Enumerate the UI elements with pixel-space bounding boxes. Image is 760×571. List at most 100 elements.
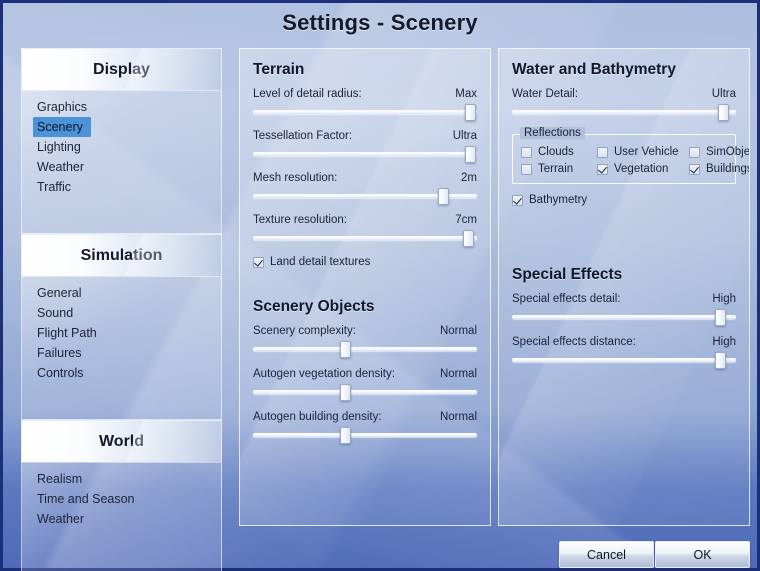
checkbox-land-detail-textures[interactable] xyxy=(253,256,264,268)
setting-special-effects-detail: Special effects detail: High xyxy=(512,293,736,326)
groupbox-title-reflections: Reflections xyxy=(520,127,585,139)
panel-water-effects: Water and Bathymetry Water Detail: Ultra… xyxy=(498,48,750,526)
slider-tessellation-factor[interactable] xyxy=(253,146,477,163)
sidebar-item-scenery[interactable]: Scenery xyxy=(33,117,91,137)
slider-thumb[interactable] xyxy=(465,146,477,163)
sidebar-item-weather-world[interactable]: Weather xyxy=(22,509,84,529)
value-autogen-building-density: Normal xyxy=(439,411,477,423)
checkbox-clouds[interactable] xyxy=(521,146,532,158)
checkbox-row-buildings[interactable]: Buildings xyxy=(689,163,749,175)
setting-tessellation-factor: Tessellation Factor: Ultra xyxy=(253,130,477,163)
checkbox-label-terrain: Terrain xyxy=(538,163,574,175)
slider-texture-resolution[interactable] xyxy=(253,230,477,247)
panel-terrain-scenery: Terrain Level of detail radius: Max Tess… xyxy=(239,48,491,526)
checkbox-row-clouds[interactable]: Clouds xyxy=(521,146,597,158)
settings-window: Settings - Scenery Display Graphics Scen… xyxy=(0,0,760,571)
slider-track xyxy=(253,152,477,156)
label-row-level-of-detail-radius: Level of detail radius: Max xyxy=(253,88,477,100)
slider-autogen-vegetation-density[interactable] xyxy=(253,384,477,401)
checkbox-bathymetry[interactable] xyxy=(512,194,523,206)
checkbox-label-bathymetry: Bathymetry xyxy=(529,194,588,206)
label-special-effects-distance: Special effects distance: xyxy=(512,336,636,348)
label-row-special-effects-detail: Special effects detail: High xyxy=(512,293,736,305)
cancel-button[interactable]: Cancel xyxy=(559,541,654,568)
slider-track xyxy=(253,347,477,351)
sidebar-item-controls[interactable]: Controls xyxy=(22,363,84,383)
sidebar-list-simulation-filler xyxy=(22,383,221,411)
section-title-terrain: Terrain xyxy=(253,61,305,78)
sidebar-group-world: World Realism Time and Season Weather xyxy=(21,420,222,571)
label-autogen-building-density: Autogen building density: xyxy=(253,411,382,423)
slider-thumb[interactable] xyxy=(463,230,475,247)
slider-track xyxy=(253,236,477,240)
label-tessellation-factor: Tessellation Factor: xyxy=(253,130,353,142)
label-mesh-resolution: Mesh resolution: xyxy=(253,172,338,184)
sidebar-item-time-and-season[interactable]: Time and Season xyxy=(22,489,135,509)
sidebar-item-realism[interactable]: Realism xyxy=(22,469,82,489)
checkbox-label-clouds: Clouds xyxy=(538,146,574,158)
label-water-detail: Water Detail: xyxy=(512,88,579,100)
slider-thumb[interactable] xyxy=(339,341,351,358)
sidebar-list-display: Graphics Scenery Lighting Weather Traffi… xyxy=(21,90,222,234)
checkbox-label-simobjects: SimObjects xyxy=(706,146,750,158)
setting-texture-resolution: Texture resolution: 7cm xyxy=(253,214,477,247)
label-row-special-effects-distance: Special effects distance: High xyxy=(512,336,736,348)
sidebar-list-simulation: General Sound Flight Path Failures Contr… xyxy=(21,276,222,420)
sidebar-item-graphics[interactable]: Graphics xyxy=(22,97,87,117)
slider-special-effects-distance[interactable] xyxy=(512,352,736,369)
label-row-tessellation-factor: Tessellation Factor: Ultra xyxy=(253,130,477,142)
setting-water-detail: Water Detail: Ultra xyxy=(512,88,736,121)
sidebar-group-header-simulation: Simulation xyxy=(21,234,222,276)
sidebar-item-general[interactable]: General xyxy=(22,283,81,303)
checkbox-row-vegetation[interactable]: Vegetation xyxy=(597,163,689,175)
title-bar: Settings - Scenery xyxy=(3,6,757,40)
checkbox-buildings[interactable] xyxy=(689,163,700,175)
slider-track xyxy=(253,433,477,437)
label-level-of-detail-radius: Level of detail radius: xyxy=(253,88,362,100)
checkbox-vegetation[interactable] xyxy=(597,163,608,175)
checkbox-row-bathymetry[interactable]: Bathymetry xyxy=(512,194,736,206)
checkbox-simobjects[interactable] xyxy=(689,146,700,158)
slider-thumb[interactable] xyxy=(339,427,351,444)
reflections-grid: Clouds User Vehicle SimObjects Terr xyxy=(521,146,749,175)
label-special-effects-detail: Special effects detail: xyxy=(512,293,621,305)
sidebar-item-traffic[interactable]: Traffic xyxy=(22,177,71,197)
sidebar-item-weather[interactable]: Weather xyxy=(22,157,84,177)
value-texture-resolution: 7cm xyxy=(455,214,477,226)
slider-scenery-complexity[interactable] xyxy=(253,341,477,358)
sidebar-group-header-world: World xyxy=(21,420,222,462)
window-frame: Settings - Scenery Display Graphics Scen… xyxy=(0,0,760,571)
slider-thumb[interactable] xyxy=(715,352,727,369)
checkbox-row-user-vehicle[interactable]: User Vehicle xyxy=(597,146,689,158)
value-special-effects-detail: High xyxy=(712,293,736,305)
value-scenery-complexity: Normal xyxy=(439,325,477,337)
ok-button[interactable]: OK xyxy=(655,541,750,568)
label-row-mesh-resolution: Mesh resolution: 2m xyxy=(253,172,477,184)
slider-thumb[interactable] xyxy=(717,104,729,121)
sidebar-list-world-filler xyxy=(22,529,221,571)
slider-water-detail[interactable] xyxy=(512,104,736,121)
sidebar-item-lighting[interactable]: Lighting xyxy=(22,137,81,157)
slider-thumb[interactable] xyxy=(438,188,450,205)
checkbox-terrain[interactable] xyxy=(521,163,532,175)
slider-special-effects-detail[interactable] xyxy=(512,309,736,326)
sidebar-item-failures[interactable]: Failures xyxy=(22,343,81,363)
sidebar-item-flight-path[interactable]: Flight Path xyxy=(22,323,97,343)
value-level-of-detail-radius: Max xyxy=(455,88,477,100)
checkbox-user-vehicle[interactable] xyxy=(597,146,608,158)
slider-mesh-resolution[interactable] xyxy=(253,188,477,205)
checkbox-label-land-detail-textures: Land detail textures xyxy=(270,256,371,268)
slider-thumb[interactable] xyxy=(339,384,351,401)
slider-track xyxy=(253,110,477,114)
checkbox-row-terrain[interactable]: Terrain xyxy=(521,163,597,175)
slider-level-of-detail-radius[interactable] xyxy=(253,104,477,121)
slider-thumb[interactable] xyxy=(715,309,727,326)
setting-autogen-building-density: Autogen building density: Normal xyxy=(253,411,477,444)
slider-track xyxy=(253,390,477,394)
slider-autogen-building-density[interactable] xyxy=(253,427,477,444)
sidebar-item-sound[interactable]: Sound xyxy=(22,303,73,323)
slider-thumb[interactable] xyxy=(465,104,477,121)
checkbox-row-simobjects[interactable]: SimObjects xyxy=(689,146,750,158)
checkbox-row-land-detail-textures[interactable]: Land detail textures xyxy=(253,256,477,268)
label-scenery-complexity: Scenery complexity: xyxy=(253,325,356,337)
